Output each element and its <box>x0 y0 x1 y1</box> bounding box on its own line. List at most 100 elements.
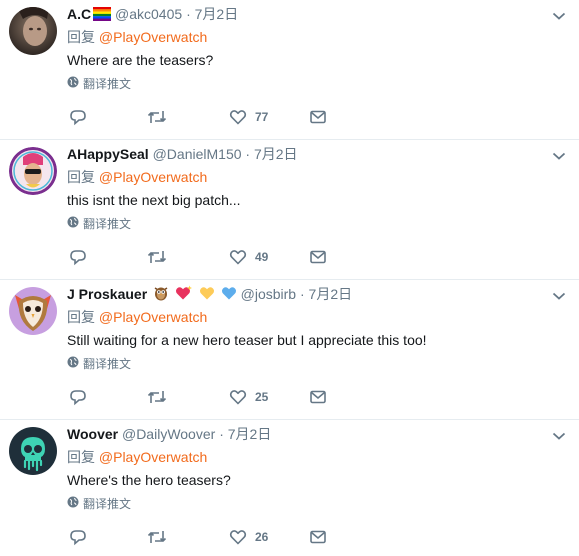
retweet-icon <box>147 528 167 546</box>
tweet-text: Where's the hero teasers? <box>67 472 231 488</box>
retweet-button[interactable] <box>147 107 167 127</box>
timestamp[interactable]: 7月2日 <box>309 286 353 302</box>
reply-button[interactable] <box>69 107 87 127</box>
timestamp[interactable]: 7月2日 <box>228 426 272 442</box>
globe-icon <box>67 496 79 512</box>
user-handle[interactable]: @DanielM150 <box>153 146 242 162</box>
chevron-down-icon <box>552 428 566 445</box>
message-icon <box>309 388 327 406</box>
mention-link[interactable]: @PlayOverwatch <box>99 449 207 465</box>
tweet[interactable]: A.C @akc0405 · 7月2日 回复 @PlayOverwatch Wh… <box>0 0 579 140</box>
reply-context: 回复 @PlayOverwatch <box>67 168 559 186</box>
heart-icon <box>229 388 247 406</box>
more-options-button[interactable] <box>552 288 566 300</box>
like-button[interactable]: 77 <box>229 107 268 127</box>
message-icon <box>309 248 327 266</box>
reply-prefix: 回复 <box>67 169 95 185</box>
reply-icon <box>69 528 87 546</box>
more-options-button[interactable] <box>552 8 566 20</box>
sparkling-heart-icon <box>175 285 193 306</box>
like-button[interactable]: 49 <box>229 247 268 267</box>
heart-icon <box>229 108 247 126</box>
translate-label: 翻译推文 <box>83 497 132 511</box>
tweet-text: Where are the teasers? <box>67 52 214 68</box>
separator-dot: · <box>299 286 305 302</box>
reply-context: 回复 @PlayOverwatch <box>67 28 559 46</box>
retweet-button[interactable] <box>147 247 167 267</box>
globe-icon <box>67 216 79 232</box>
tweet-actions: 25 <box>67 387 367 407</box>
timestamp[interactable]: 7月2日 <box>195 6 239 22</box>
translate-link[interactable]: 翻译推文 <box>67 356 559 372</box>
tweet[interactable]: Woover @DailyWoover · 7月2日 回复 @PlayOverw… <box>0 420 579 556</box>
translate-link[interactable]: 翻译推文 <box>67 496 559 512</box>
yellow-heart-icon <box>199 285 215 306</box>
like-button[interactable]: 26 <box>229 527 268 547</box>
like-count: 49 <box>255 250 269 264</box>
message-icon <box>309 108 327 126</box>
mention-link[interactable]: @PlayOverwatch <box>99 169 207 185</box>
chevron-down-icon <box>552 8 566 25</box>
tweet-text: Still waiting for a new hero teaser but … <box>67 332 427 348</box>
tweet[interactable]: AHappySeal @DanielM150 · 7月2日 回复 @PlayOv… <box>0 140 579 280</box>
display-name[interactable]: AHappySeal <box>67 146 149 162</box>
retweet-icon <box>147 248 167 266</box>
translate-label: 翻译推文 <box>83 77 132 91</box>
retweet-icon <box>147 108 167 126</box>
reply-button[interactable] <box>69 527 87 547</box>
translate-link[interactable]: 翻译推文 <box>67 76 559 92</box>
globe-icon <box>67 356 79 372</box>
reply-prefix: 回复 <box>67 449 95 465</box>
timestamp[interactable]: 7月2日 <box>254 146 298 162</box>
tweet[interactable]: J Proskauer @josbirb · 7月2日 回复 @PlayOver… <box>0 280 579 420</box>
separator-dot: · <box>186 6 191 22</box>
tweet-actions: 26 <box>67 527 367 547</box>
user-handle[interactable]: @DailyWoover <box>122 426 215 442</box>
mention-link[interactable]: @PlayOverwatch <box>99 29 207 45</box>
reply-prefix: 回复 <box>67 309 95 325</box>
chevron-down-icon <box>552 288 566 305</box>
display-name[interactable]: A.C <box>67 6 91 22</box>
tweet-text: this isnt the next big patch... <box>67 192 241 208</box>
like-count: 77 <box>255 110 269 124</box>
direct-message-button[interactable] <box>309 527 327 547</box>
translate-link[interactable]: 翻译推文 <box>67 216 559 232</box>
reply-prefix: 回复 <box>67 29 95 45</box>
reply-icon <box>69 108 87 126</box>
heart-icon <box>229 248 247 266</box>
direct-message-button[interactable] <box>309 107 327 127</box>
display-name[interactable]: Woover <box>67 426 118 442</box>
more-options-button[interactable] <box>552 428 566 440</box>
mention-link[interactable]: @PlayOverwatch <box>99 309 207 325</box>
user-handle[interactable]: @akc0405 <box>115 6 182 22</box>
direct-message-button[interactable] <box>309 387 327 407</box>
reply-button[interactable] <box>69 247 87 267</box>
avatar[interactable] <box>9 427 57 475</box>
avatar[interactable] <box>9 147 57 195</box>
retweet-button[interactable] <box>147 387 167 407</box>
reply-context: 回复 @PlayOverwatch <box>67 448 559 466</box>
more-options-button[interactable] <box>552 148 566 160</box>
owl-emoji-icon <box>153 285 169 306</box>
tweet-actions: 49 <box>67 247 367 267</box>
reply-icon <box>69 388 87 406</box>
direct-message-button[interactable] <box>309 247 327 267</box>
translate-label: 翻译推文 <box>83 217 132 231</box>
separator-dot: · <box>219 426 224 442</box>
like-count: 26 <box>255 530 269 544</box>
like-button[interactable]: 25 <box>229 387 268 407</box>
retweet-button[interactable] <box>147 527 167 547</box>
avatar[interactable] <box>9 7 57 55</box>
chevron-down-icon <box>552 148 566 165</box>
display-name[interactable]: J Proskauer <box>67 286 147 302</box>
separator-dot: · <box>245 146 251 162</box>
like-count: 25 <box>255 390 269 404</box>
user-handle[interactable]: @josbirb <box>241 286 296 302</box>
reply-button[interactable] <box>69 387 87 407</box>
tweet-actions: 77 <box>67 107 367 127</box>
globe-icon <box>67 76 79 92</box>
translate-label: 翻译推文 <box>83 357 132 371</box>
message-icon <box>309 528 327 546</box>
reply-list: A.C @akc0405 · 7月2日 回复 @PlayOverwatch Wh… <box>0 0 579 556</box>
avatar[interactable] <box>9 287 57 335</box>
